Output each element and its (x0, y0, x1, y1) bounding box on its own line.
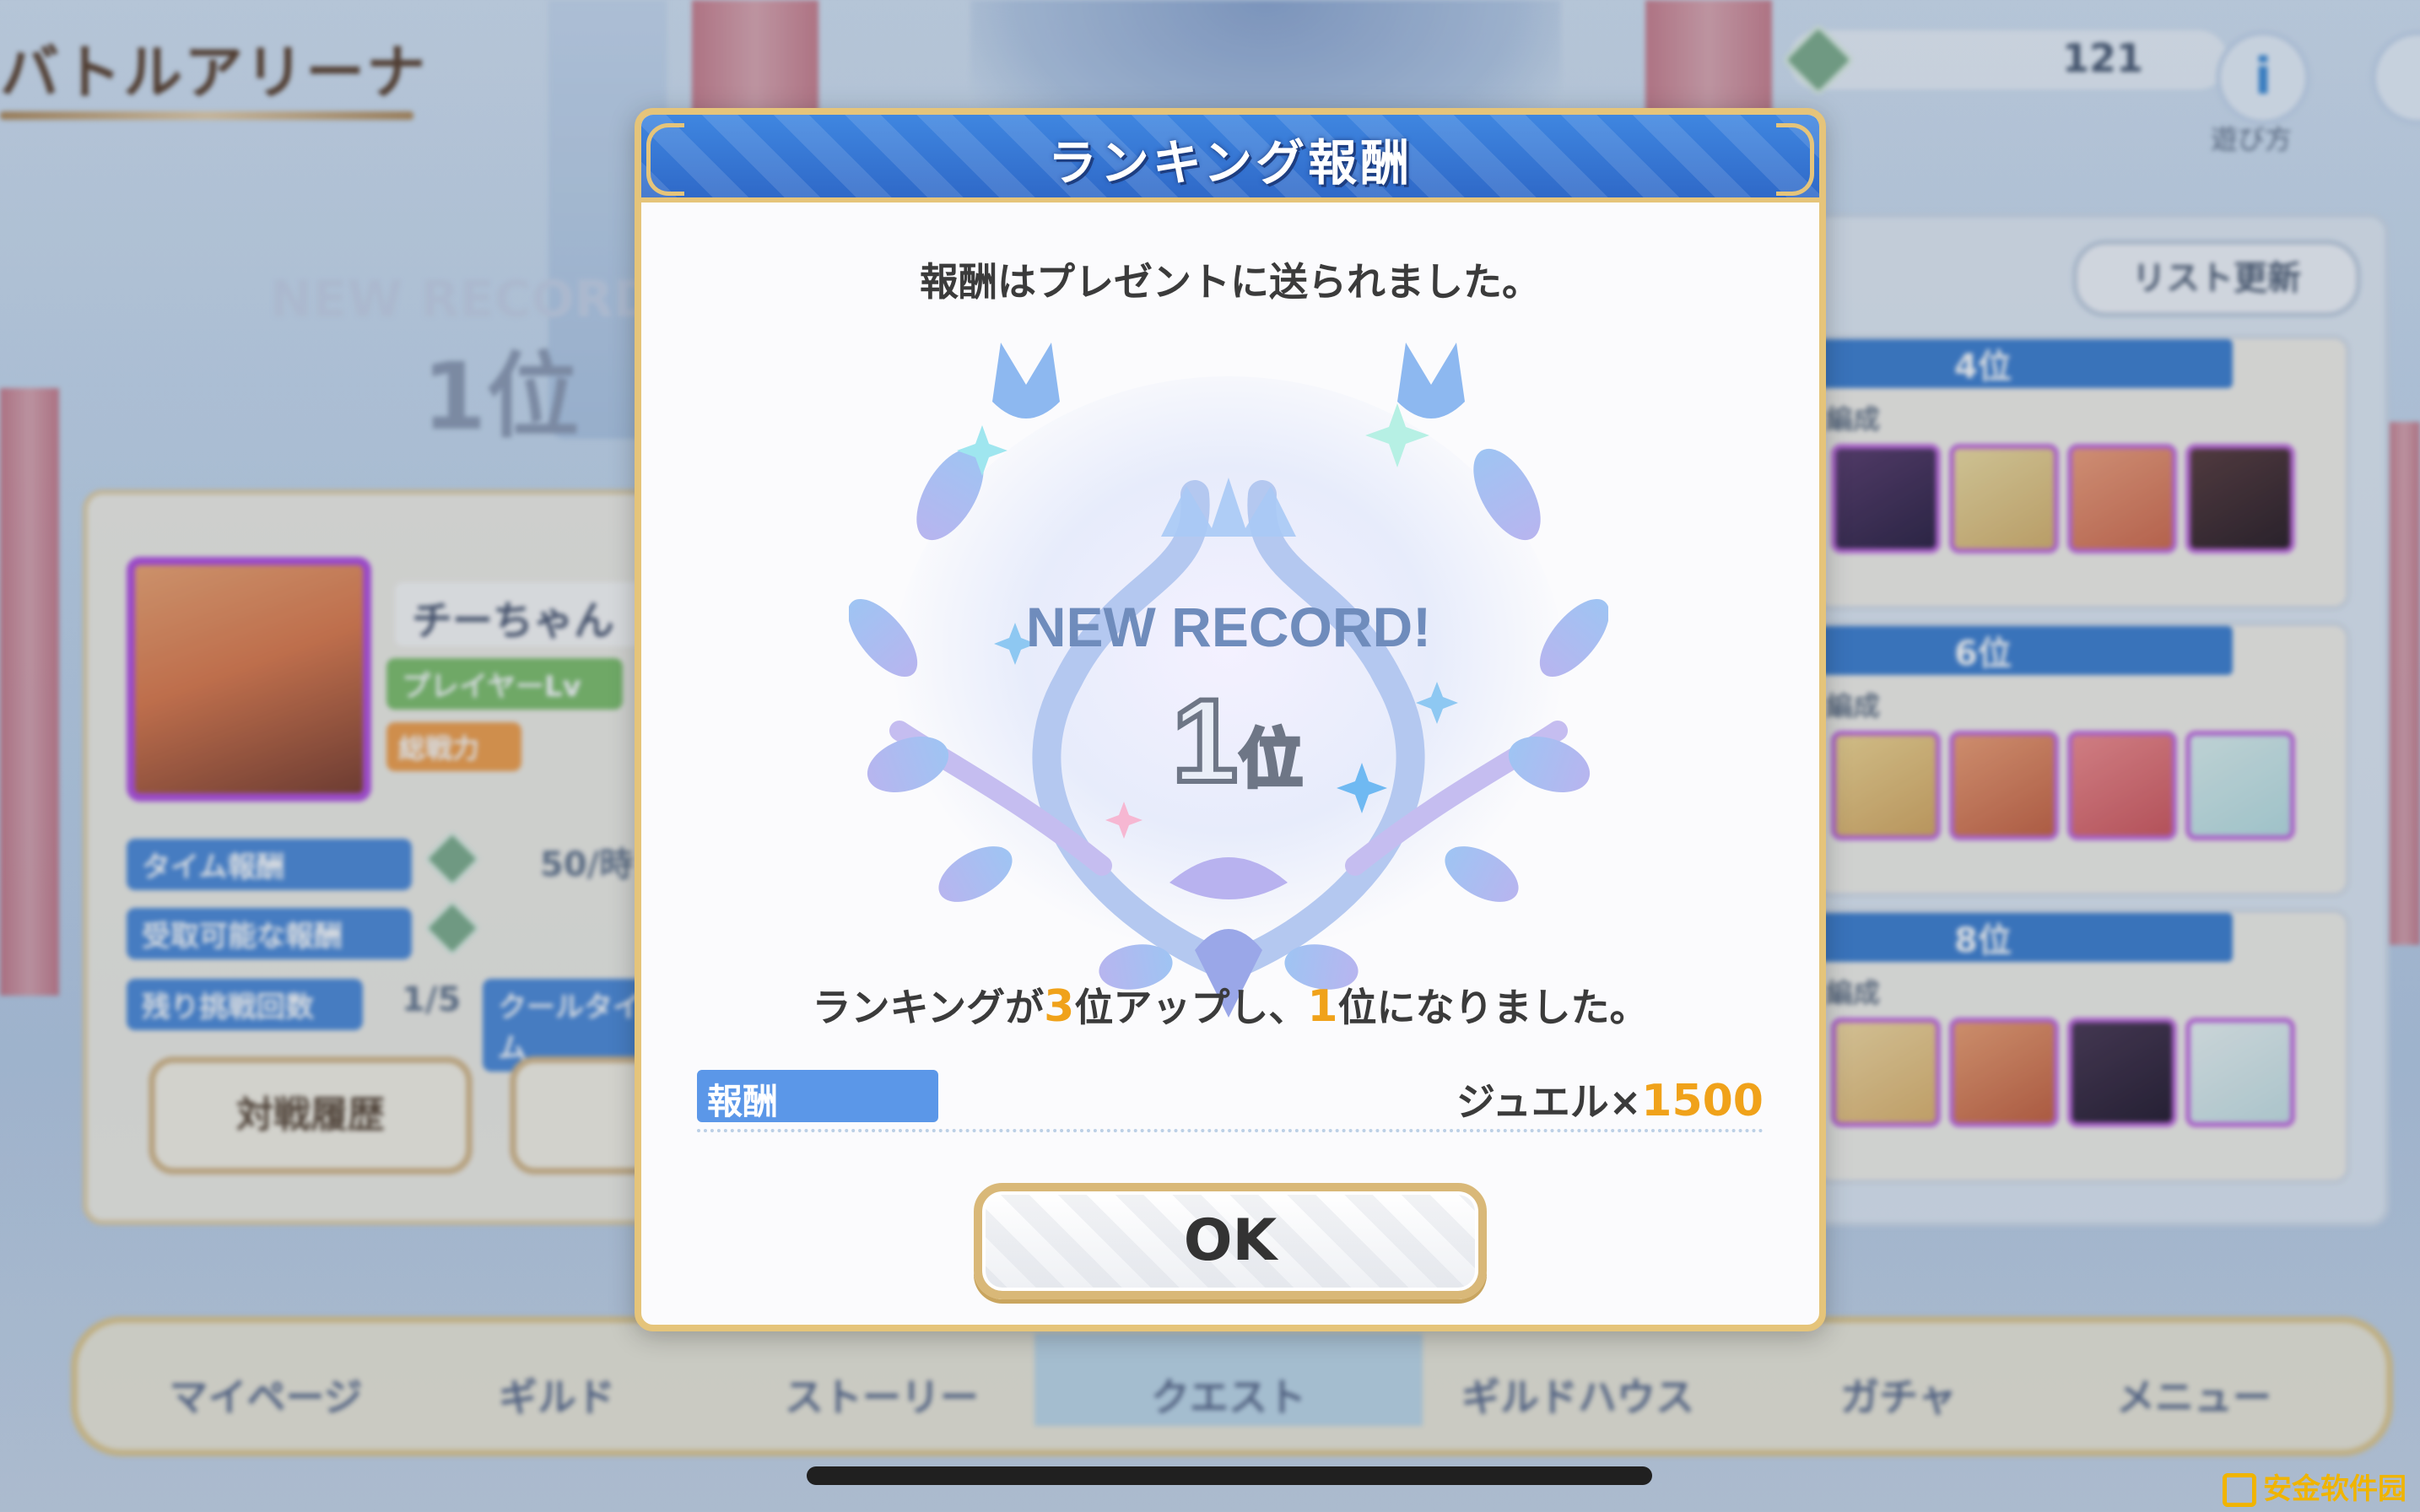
rank-msg-suffix: 位になりました。 (1337, 985, 1649, 1030)
reward-value: ジュエル×1500 (1456, 1072, 1764, 1127)
home-indicator[interactable] (807, 1466, 1652, 1485)
ranking-reward-dialog: ランキング報酬 報酬はプレゼントに送られました。 NEW RECORD! 1 位… (635, 108, 1826, 1331)
dialog-title: ランキング報酬 (1047, 134, 1413, 192)
new-rank: 1 (1307, 981, 1338, 1032)
watermark: 安金软件园 (2223, 1466, 2406, 1507)
reward-sent-message: 報酬はプレゼントに送られました。 (920, 259, 1541, 305)
dialog-header: ランキング報酬 (641, 115, 1819, 202)
new-record-emblem: NEW RECORD! 1 位 (849, 343, 1608, 1018)
emblem-rank-suffix: 位 (1239, 721, 1303, 796)
reward-amount: 1500 (1641, 1076, 1764, 1126)
rank-up-amount: 3 (1044, 981, 1075, 1032)
rank-msg-prefix: ランキングが (812, 985, 1045, 1030)
watermark-logo-icon (2223, 1473, 2256, 1507)
reward-row: 報酬 ジュエル×1500 (697, 1070, 1764, 1132)
emblem-record-text: NEW RECORD! (1026, 596, 1431, 658)
ok-button[interactable]: OK (974, 1183, 1487, 1299)
reward-label: 報酬 (697, 1070, 938, 1122)
rank-msg-middle: 位アップし、 (1074, 985, 1308, 1030)
watermark-text: 安金软件园 (2263, 1472, 2406, 1506)
emblem-rank-number: 1 (1172, 674, 1238, 807)
reward-item: ジュエル× (1456, 1079, 1642, 1125)
rank-up-message: ランキングが3位アップし、1位になりました。 (641, 977, 1819, 1033)
